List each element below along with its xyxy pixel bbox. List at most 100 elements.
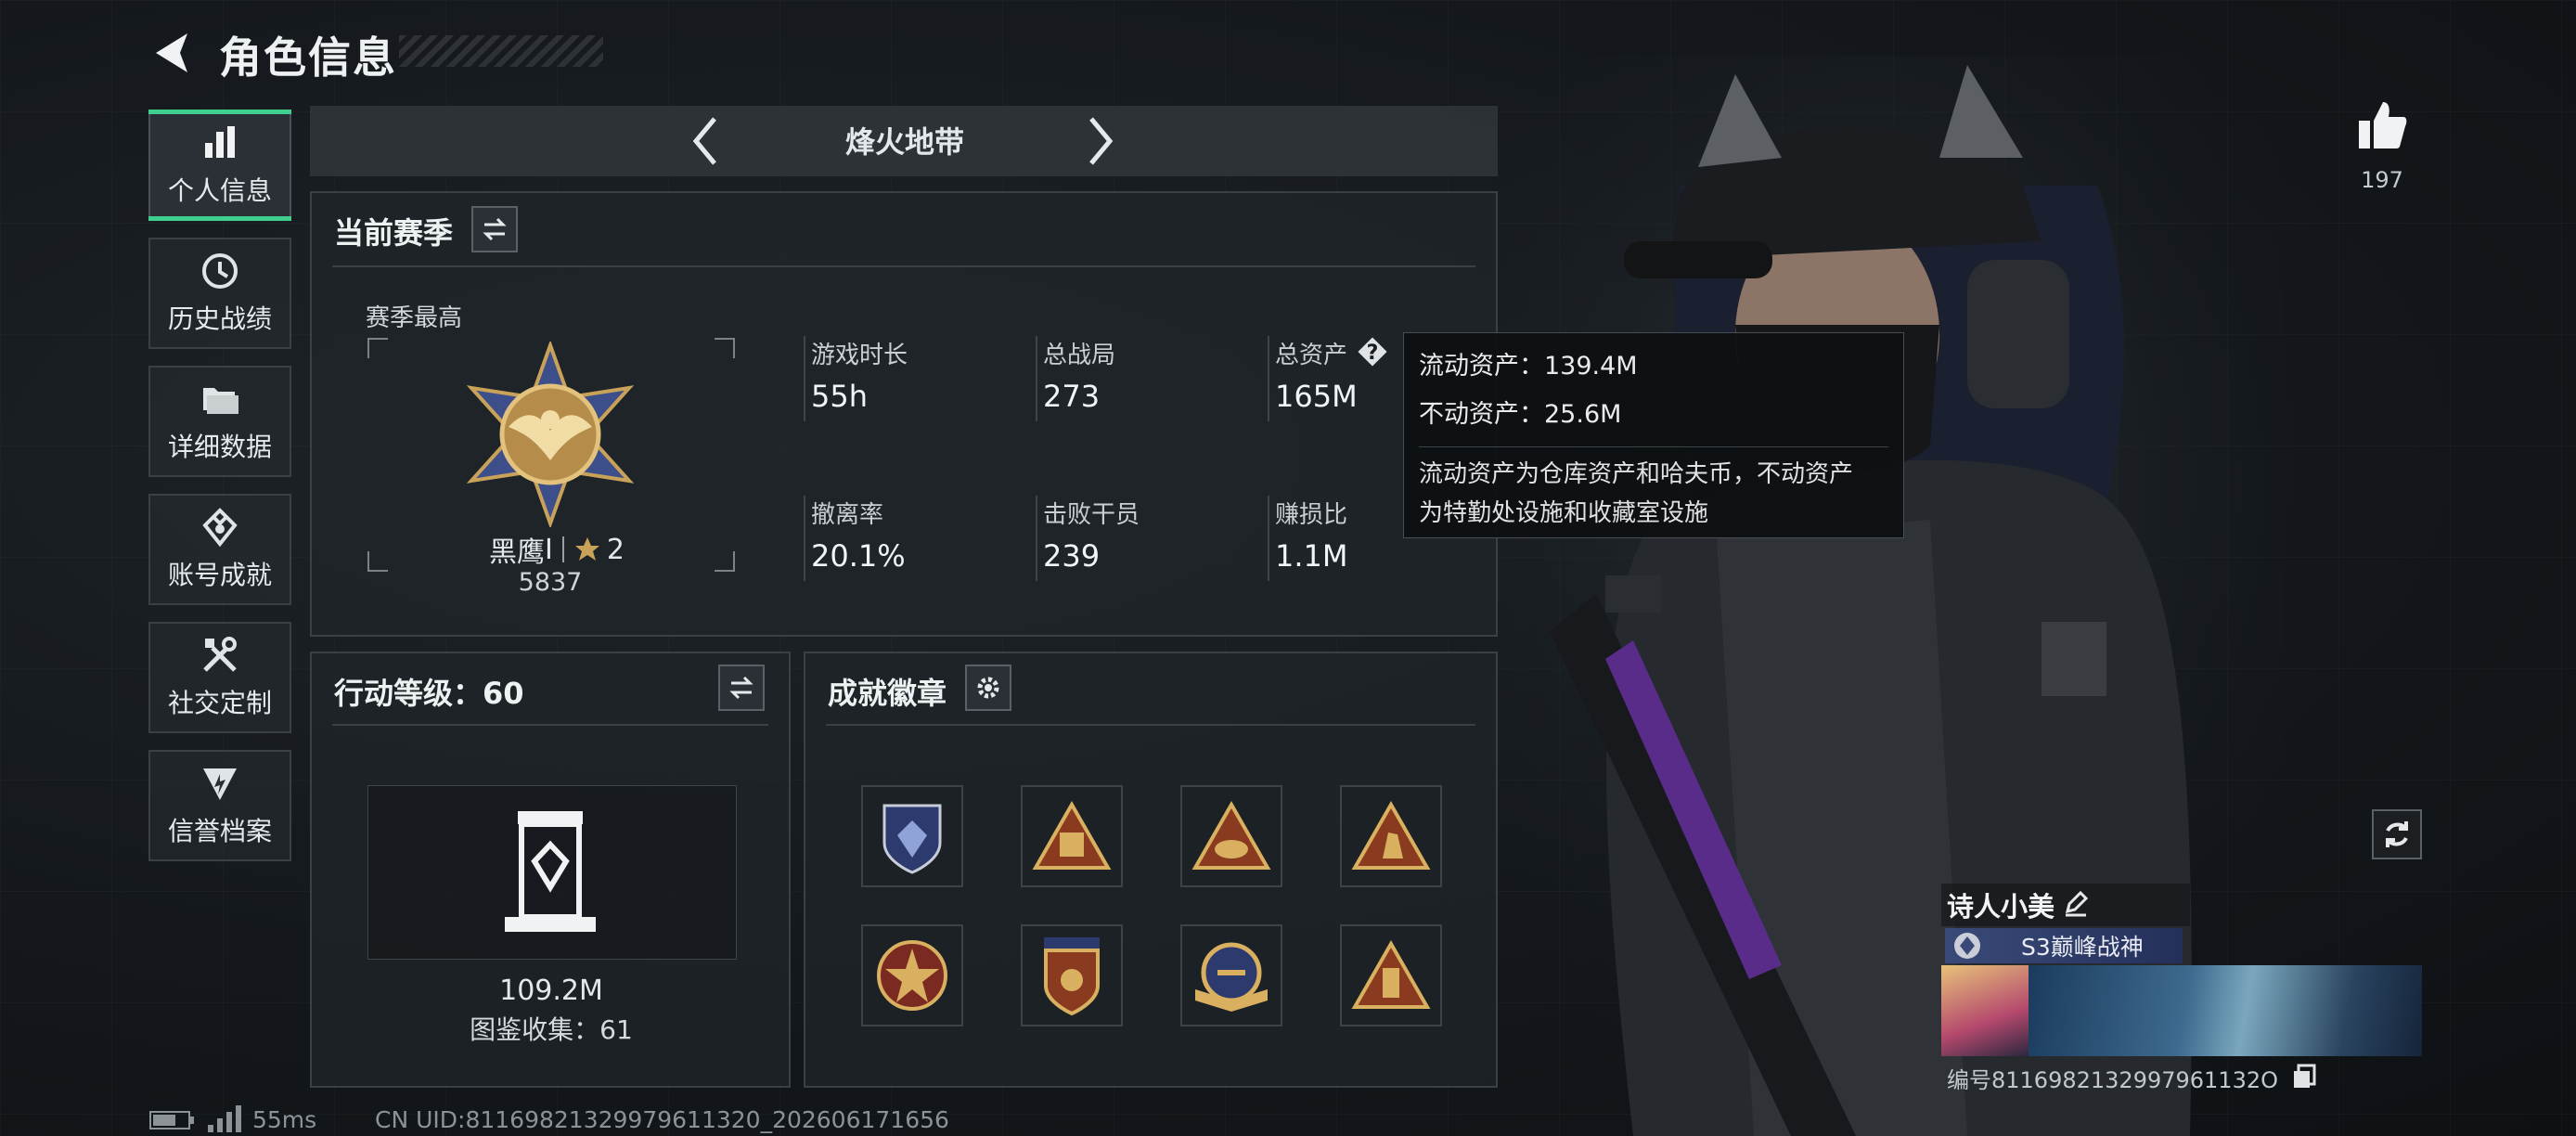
action-level-divider [332, 724, 768, 726]
season-title: 当前赛季 [334, 215, 454, 251]
stat-label-profit-ratio: 赚损比 [1275, 501, 1348, 529]
tools-icon [203, 637, 237, 672]
stat-value-matches: 273 [1043, 379, 1101, 414]
title-emblem-icon [1954, 933, 1980, 959]
season-switch-button[interactable] [471, 206, 518, 252]
sidebar-item-label: 个人信息 [167, 175, 272, 206]
tooltip-desc-line2: 为特勤处设施和收藏室设施 [1419, 499, 1709, 527]
help-icon[interactable]: ? [1355, 334, 1390, 369]
sidebar-item-label: 信誉档案 [167, 816, 272, 846]
rank-stars: 2 [606, 533, 625, 566]
history-clock-icon [202, 253, 238, 289]
folder-icon [203, 388, 238, 414]
stat-divider [804, 336, 805, 421]
rank-name-row: 黑鹰 I 2 [483, 529, 631, 570]
tooltip-fixed-assets: 不动资产：25.6M [1419, 400, 1622, 429]
banner-image [2029, 965, 2422, 1056]
thumbs-up-icon[interactable] [2355, 98, 2409, 152]
stat-label-playtime: 游戏时长 [811, 342, 908, 369]
stat-label-kills: 击败干员 [1043, 501, 1140, 529]
copy-icon[interactable] [2292, 1064, 2316, 1090]
shield-crystal-badge-icon [882, 804, 942, 874]
achievements-settings-button[interactable] [965, 665, 1011, 711]
like-count: 197 [2361, 167, 2403, 193]
back-arrow-icon[interactable] [148, 26, 195, 80]
ping-text: 55ms [252, 1106, 317, 1133]
stat-value-extraction-rate: 20.1% [811, 538, 906, 574]
triangle-helmet-badge-icon [1191, 801, 1271, 870]
mode-label: 烽火地带 [844, 124, 964, 160]
frame-corner [367, 338, 388, 358]
tooltip-description: 流动资产为仓库资产和哈夫币，不动资产 为特勤处设施和收藏室设施 [1419, 446, 1888, 533]
tooltip-desc-line1: 流动资产为仓库资产和哈夫币，不动资产 [1419, 460, 1854, 488]
sidebar-item-label: 历史战绩 [167, 303, 272, 334]
stat-divider [804, 496, 805, 581]
wings-medal-badge-icon [1195, 942, 1268, 1012]
signal-icon [208, 1105, 241, 1132]
action-level-title: 行动等级：60 [334, 676, 524, 711]
collection-count: 图鉴收集：61 [470, 1014, 633, 1045]
gear-icon [977, 677, 999, 699]
tooltip-liquid-assets: 流动资产：139.4M [1419, 352, 1638, 381]
rank-name: 黑鹰 [489, 536, 546, 569]
sidebar-item-credit[interactable]: 信誉档案 [148, 750, 291, 861]
star-circle-badge-icon [877, 940, 947, 1011]
sidebar-item-label: 社交定制 [167, 688, 272, 718]
stat-divider [1268, 496, 1269, 581]
stat-value-profit-ratio: 1.1M [1275, 538, 1348, 574]
achievement-badge[interactable] [861, 924, 963, 1026]
stat-divider [1036, 496, 1037, 581]
achievement-badge[interactable] [1180, 785, 1282, 887]
sidebar-item-personal-info[interactable]: 个人信息 [148, 110, 291, 221]
banner-avatar [1941, 965, 2029, 1056]
sidebar-item-label: 详细数据 [167, 432, 272, 462]
stat-label-matches: 总战局 [1043, 342, 1116, 369]
refresh-button[interactable] [2372, 809, 2422, 859]
sidebar-item-social[interactable]: 社交定制 [148, 622, 291, 733]
page-title: 角色信息 [219, 32, 397, 83]
credit-shield-icon [203, 768, 237, 800]
frame-corner [367, 551, 388, 572]
stat-divider [1268, 336, 1269, 421]
player-banner[interactable] [1941, 965, 2422, 1056]
frame-corner [715, 338, 735, 358]
achievement-badge[interactable] [1340, 924, 1442, 1026]
achievement-badge[interactable] [1021, 924, 1123, 1026]
edit-icon[interactable] [2062, 889, 2090, 917]
bar-chart-icon [205, 126, 235, 158]
stat-label-assets: 总资产 [1275, 342, 1348, 369]
shield-stars-badge-icon [1044, 937, 1100, 1016]
achievement-badge[interactable] [861, 785, 963, 887]
achievement-badge[interactable] [1340, 785, 1442, 887]
action-level-switch-button[interactable] [718, 665, 765, 711]
stat-value-kills: 239 [1043, 538, 1101, 574]
triangle-figure-badge-icon [1351, 801, 1431, 870]
player-name: 诗人小美 [1947, 891, 2055, 923]
rank-separator [561, 536, 564, 562]
sidebar-item-achievements[interactable]: 账号成就 [148, 494, 291, 605]
assets-tooltip: 流动资产：139.4M 不动资产：25.6M 流动资产为仓库资产和哈夫币，不动资… [1403, 332, 1904, 538]
stat-value-assets: 165M [1275, 379, 1358, 414]
sidebar-item-history[interactable]: 历史战绩 [148, 238, 291, 349]
pyramid-eye-badge-icon [1032, 801, 1112, 870]
frame-corner [715, 551, 735, 572]
season-divider [332, 265, 1475, 267]
svg-text:?: ? [1367, 342, 1379, 365]
rank-tier: I [545, 533, 553, 566]
achievement-icon [202, 508, 238, 548]
achievement-badge[interactable] [1180, 924, 1282, 1026]
triangle-tower-badge-icon [1351, 940, 1431, 1009]
stat-divider [1036, 336, 1037, 421]
chevron-right-icon[interactable] [1082, 113, 1119, 169]
player-id: 编号8116982132997961132O [1947, 1067, 2279, 1093]
collection-case-icon [505, 811, 596, 932]
chevron-left-icon[interactable] [687, 113, 724, 169]
achievements-divider [826, 724, 1475, 726]
title-decoration [399, 35, 603, 67]
swap-arrows-icon [729, 676, 753, 700]
sidebar-item-detailed-data[interactable]: 详细数据 [148, 366, 291, 477]
swap-arrows-icon [483, 217, 507, 241]
collection-value: 109.2M [499, 975, 603, 1007]
achievement-badge[interactable] [1021, 785, 1123, 887]
battery-icon [149, 1111, 194, 1130]
